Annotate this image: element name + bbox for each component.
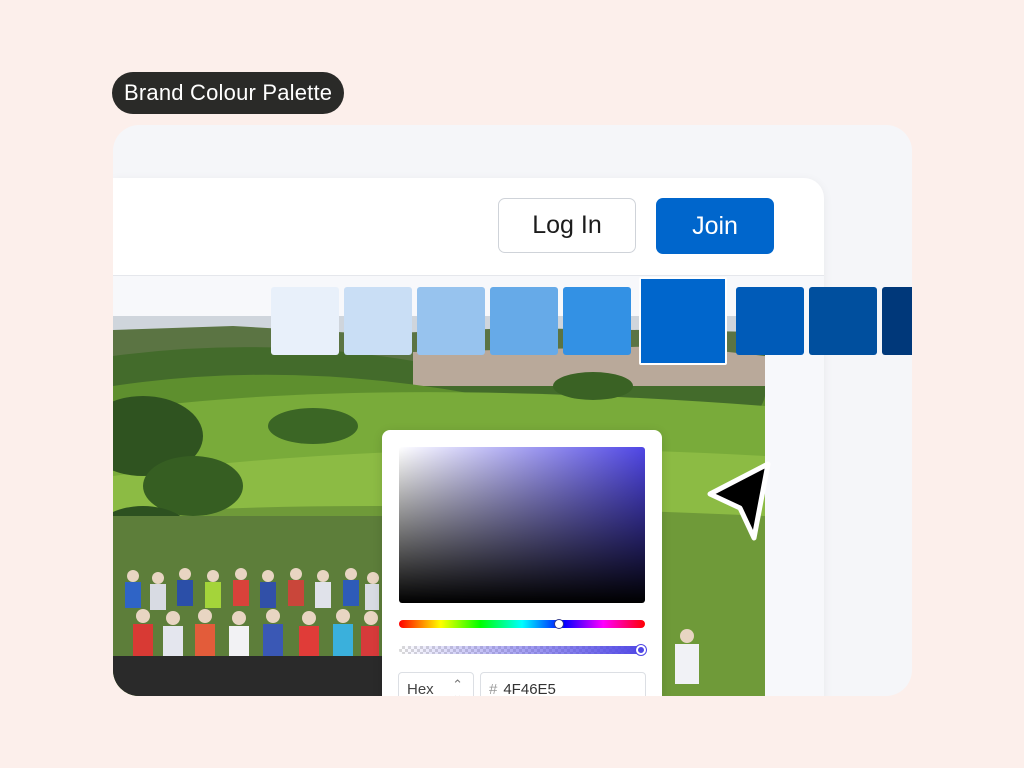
palette-swatch[interactable] [736,287,804,355]
preview-card: Log In Join Hex ⌃ ⌄ # 4F46E5 [113,125,912,696]
format-select[interactable]: Hex ⌃ ⌄ [398,672,474,696]
palette-swatch[interactable] [563,287,631,355]
hex-input[interactable]: # 4F46E5 [480,672,646,696]
palette-swatch[interactable] [417,287,485,355]
palette-swatch-selected[interactable] [639,277,727,365]
palette-swatch[interactable] [882,287,912,355]
join-button[interactable]: Join [656,198,774,254]
palette-swatch[interactable] [344,287,412,355]
saturation-area[interactable] [399,447,645,603]
palette-swatch[interactable] [271,287,339,355]
hue-slider-thumb[interactable] [554,619,564,629]
palette-swatch[interactable] [809,287,877,355]
page-title: Brand Colour Palette [112,72,345,114]
hex-value: 4F46E5 [503,680,556,697]
pointer-cursor-icon [707,461,771,541]
alpha-slider-thumb[interactable] [636,645,646,655]
palette-swatch[interactable] [490,287,558,355]
chevron-up-down-icon: ⌃ ⌄ [452,677,463,696]
format-select-value: Hex [407,680,434,697]
hue-slider[interactable] [399,620,645,628]
login-button[interactable]: Log In [498,198,636,253]
hash-label: # [489,680,498,697]
alpha-slider[interactable] [399,646,645,654]
color-picker: Hex ⌃ ⌄ # 4F46E5 [382,430,662,696]
site-header: Log In Join [113,178,824,276]
